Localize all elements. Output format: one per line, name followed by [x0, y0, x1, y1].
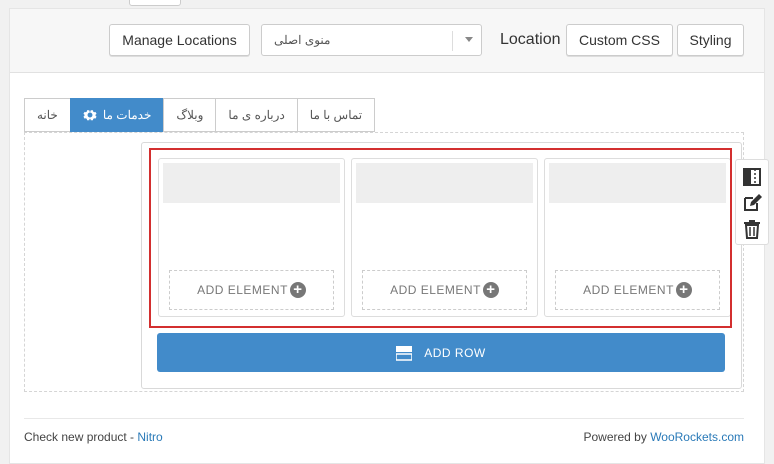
- woorockets-link[interactable]: WooRockets.com: [650, 430, 744, 444]
- columns-icon[interactable]: [741, 166, 763, 188]
- styling-button[interactable]: Styling: [677, 24, 744, 56]
- megamenu-panel: Manage Locations منوی اصلی Location Cust…: [9, 8, 769, 464]
- powered-prefix: Powered by: [583, 430, 651, 444]
- selected-row-outline: [149, 148, 732, 328]
- trash-icon[interactable]: [741, 218, 763, 240]
- gear-icon[interactable]: [83, 108, 97, 122]
- caret-down-icon[interactable]: [465, 37, 473, 42]
- tab-label: خدمات ما: [102, 108, 152, 122]
- add-row-label: ADD ROW: [424, 345, 486, 360]
- tab-label: تماس با ما: [309, 108, 363, 122]
- tab-home[interactable]: خانه: [24, 98, 70, 132]
- cut-off-button[interactable]: [129, 0, 181, 6]
- tab-label: خانه: [37, 108, 58, 122]
- check-prefix: Check new product -: [24, 430, 138, 444]
- tab-blog[interactable]: وبلاگ: [163, 98, 216, 132]
- tab-services[interactable]: خدمات ما: [69, 98, 164, 132]
- row-tools: [735, 159, 769, 245]
- menu-select[interactable]: منوی اصلی: [261, 24, 482, 56]
- tab-label: درباره ی ما: [228, 108, 285, 122]
- footer-check-product: Check new product - Nitro: [24, 430, 163, 444]
- menu-select-value: منوی اصلی: [274, 33, 331, 47]
- manage-locations-button[interactable]: Manage Locations: [109, 24, 250, 56]
- footer-powered-by: Powered by WooRockets.com: [583, 430, 744, 444]
- toolbar: Manage Locations منوی اصلی Location Cust…: [10, 9, 764, 73]
- tab-contact[interactable]: تماس با ما: [296, 98, 376, 132]
- select-divider: [452, 31, 453, 51]
- nitro-link[interactable]: Nitro: [137, 430, 162, 444]
- location-label: Location: [500, 31, 561, 48]
- top-strip: [0, 0, 774, 8]
- row-icon: [396, 345, 413, 361]
- custom-css-button[interactable]: Custom CSS: [566, 24, 673, 56]
- edit-icon[interactable]: [741, 192, 763, 214]
- tab-label: وبلاگ: [176, 108, 204, 122]
- menu-tabs: خانه خدمات ما وبلاگ درباره ی ما تماس با …: [24, 98, 376, 132]
- add-row-button[interactable]: ADD ROW: [157, 333, 725, 372]
- footer-divider: [24, 418, 744, 419]
- tab-about[interactable]: درباره ی ما: [215, 98, 297, 132]
